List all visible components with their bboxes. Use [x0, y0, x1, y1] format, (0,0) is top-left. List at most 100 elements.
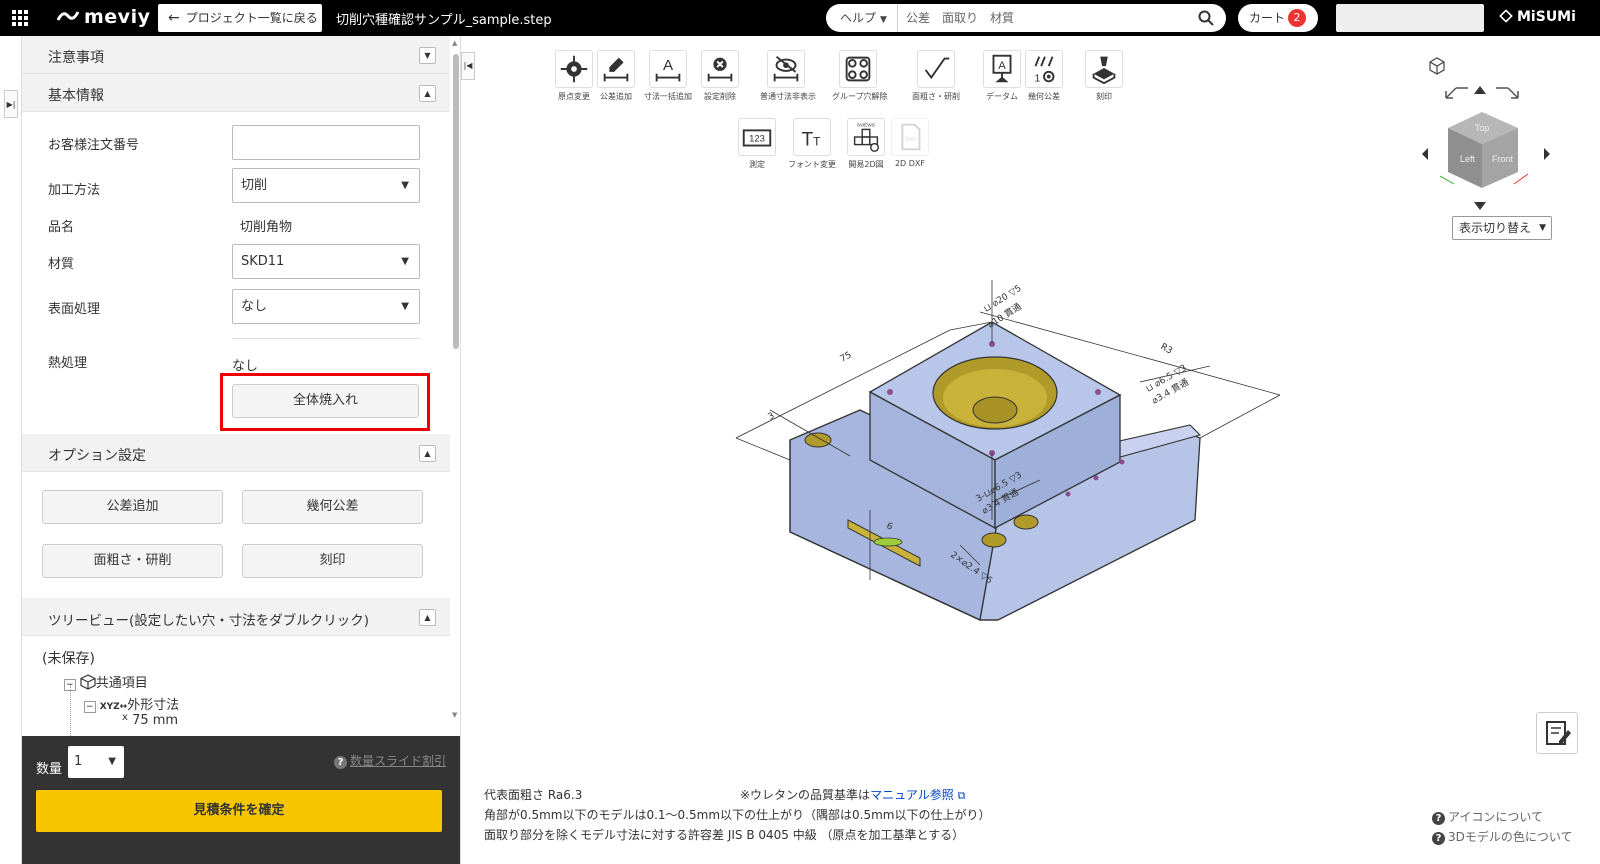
surface-label: 表面処理 [48, 302, 101, 317]
six-views-icon: 6VIEWS [847, 118, 885, 156]
collapse-icon[interactable]: − [84, 701, 96, 713]
method-label: 加工方法 [48, 183, 101, 198]
roughness-symbol-icon [917, 50, 955, 88]
collapse-icon[interactable]: ▲ [419, 85, 436, 102]
svg-text:Left: Left [1460, 154, 1476, 164]
surface-roughness-button[interactable]: 面粗さ・研削 [42, 544, 223, 578]
chevron-down-icon: ▼ [401, 256, 409, 267]
bulk-dimension-tool[interactable]: A 寸法一括追加 [642, 50, 694, 102]
home-cube-icon[interactable] [1429, 57, 1445, 75]
search-bar: ヘルプ ▼ 公差 面取り 材質 [826, 4, 1226, 32]
memo-edit-icon[interactable] [1536, 712, 1578, 754]
icon-help-link[interactable]: ? アイコンについて [1432, 808, 1543, 825]
display-switch-dropdown[interactable]: 表示切り替え ▼ [1452, 216, 1552, 240]
2d-dxf-tool[interactable]: DXF 2D DXF [884, 118, 936, 168]
tree-item-x[interactable]: x 75 mm [122, 712, 178, 728]
method-select[interactable]: 切削 ▼ [232, 168, 420, 203]
engraving-tool[interactable]: 刻印 [1078, 50, 1130, 102]
orientation-cube[interactable]: Top Left Front [1448, 112, 1518, 188]
geometric-tolerance-button[interactable]: 幾何公差 [242, 490, 423, 524]
back-to-projects-button[interactable]: ← プロジェクト一覧に戻る [158, 4, 322, 32]
geometric-tolerance-tool[interactable]: 1 幾何公差 [1018, 50, 1070, 102]
quantity-select[interactable]: 1 ▼ [68, 746, 124, 778]
scroll-thumb[interactable] [453, 54, 459, 349]
options-title: オプション設定 [48, 448, 146, 464]
chevron-down-icon: ▼ [108, 756, 116, 767]
svg-text:T: T [802, 130, 814, 151]
rotate-up-icon[interactable] [1474, 86, 1486, 94]
question-icon: ? [1432, 812, 1445, 825]
eye-off-icon [767, 50, 805, 88]
collapse-icon[interactable]: ▲ [419, 609, 436, 626]
view-cube-widget: Top Left Front 表示切り替え ▼ [1418, 56, 1578, 240]
order-box: 数量 1 ▼ ? 数量スライド割引 見積条件を確定 [22, 736, 460, 864]
rotate-right-arrow-icon[interactable] [1544, 148, 1550, 160]
svg-text:DXF: DXF [905, 137, 917, 143]
letter-a-dimension-icon: A [649, 50, 687, 88]
color-help-link[interactable]: ? 3Dモデルの色について [1432, 828, 1573, 845]
basic-info-section-header[interactable]: 基本情報 ▲ [22, 74, 450, 112]
misumi-logo[interactable]: MiSUMi [1499, 9, 1576, 25]
order-number-input[interactable] [232, 125, 420, 160]
scroll-down-icon[interactable]: ▼ [452, 711, 457, 719]
confirm-quote-button[interactable]: 見積条件を確定 [36, 790, 442, 832]
scroll-up-icon[interactable]: ▲ [452, 39, 457, 47]
options-section-header[interactable]: オプション設定 ▲ [22, 434, 450, 472]
order-number-label: お客様注文番号 [48, 138, 140, 153]
svg-text:T: T [813, 135, 821, 149]
engraving-button[interactable]: 刻印 [242, 544, 423, 578]
ruler-icon: 123 [738, 118, 776, 156]
panel-scrollbar[interactable]: ▲ ▼ [450, 36, 460, 726]
quantity-discount-link[interactable]: ? 数量スライド割引 [333, 752, 446, 769]
app-grid-icon[interactable] [12, 10, 28, 26]
part-name-label: 品名 [48, 220, 75, 235]
search-icon[interactable] [1198, 10, 1214, 26]
rotate-left-icon[interactable] [1445, 87, 1468, 99]
dim-75-label[interactable]: 75 [839, 350, 854, 364]
help-dropdown[interactable]: ヘルプ ▼ [826, 4, 898, 32]
meviy-logo[interactable]: meviy [55, 6, 150, 28]
external-link-icon[interactable]: ⧉ [958, 789, 966, 802]
measure-tool[interactable]: 123 測定 [731, 118, 783, 170]
font-change-tool[interactable]: TT フォント変更 [786, 118, 838, 170]
collapse-icon[interactable]: − [64, 679, 76, 691]
tree-item-outer[interactable]: − XYZ↔外形寸法 [84, 694, 179, 713]
3d-model-view[interactable]: 75 3 R3 ⊔ ⌀20 ▽5 ⌀10 貫通 ⊔ ⌀6.5 ▽3 ⌀3.4 貫… [730, 270, 1290, 630]
collapse-icon[interactable]: ▲ [419, 445, 436, 462]
notes-title: 注意事項 [48, 50, 104, 66]
material-select[interactable]: SKD11 ▼ [232, 244, 420, 279]
tree-section-header[interactable]: ツリービュー(設定したい穴・寸法をダブルクリック) ▲ [22, 598, 450, 636]
user-account-box[interactable] [1336, 4, 1484, 32]
left-collapse-strip: ▶| [0, 36, 22, 864]
xyz-icon: XYZ↔ [99, 702, 128, 712]
svg-text:Top: Top [1475, 123, 1490, 133]
add-tolerance-tool[interactable]: 公差追加 [590, 50, 642, 102]
tree-connector [70, 684, 71, 736]
dim-right-label[interactable]: R3 [1159, 342, 1174, 357]
expand-icon[interactable]: ▼ [419, 47, 436, 64]
svg-text:A: A [998, 60, 1006, 72]
rotate-right-icon[interactable] [1496, 87, 1519, 99]
search-input[interactable]: 公差 面取り 材質 [906, 4, 1014, 32]
corner-note: 角部が0.5mm以下のモデルは0.1～0.5mm以下の仕上がり（隅部は0.5mm… [484, 808, 991, 822]
rotate-down-icon[interactable] [1474, 202, 1486, 210]
manual-link[interactable]: マニュアル参照 [870, 788, 954, 802]
notes-section-header[interactable]: 注意事項 ▼ [22, 36, 450, 74]
hide-general-dimensions-tool[interactable]: 普通寸法非表示 [760, 50, 816, 102]
delete-setting-tool[interactable]: 設定削除 [694, 50, 746, 102]
file-title: 切削穴種確認サンプル_sample.step [336, 13, 552, 28]
add-tolerance-button[interactable]: 公差追加 [42, 490, 223, 524]
svg-text:1: 1 [1035, 73, 1041, 84]
tree-title: ツリービュー(設定したい穴・寸法をダブルクリック) [48, 613, 370, 629]
dxf-file-icon: DXF [891, 118, 929, 156]
ungroup-holes-tool[interactable]: グループ穴解除 [832, 50, 888, 102]
collapse-panel-icon[interactable]: |◀ [461, 52, 475, 80]
cart-button[interactable]: カート 2 [1238, 4, 1318, 32]
surface-roughness-tool[interactable]: 面粗さ・研削 [910, 50, 962, 102]
svg-text:Front: Front [1492, 154, 1514, 164]
tree-root[interactable]: (未保存) [42, 648, 95, 668]
rotate-left-arrow-icon[interactable] [1422, 148, 1428, 160]
expand-panel-icon[interactable]: ▶| [4, 90, 18, 118]
tree-item-common[interactable]: − 共通項目 [64, 672, 148, 691]
surface-select[interactable]: なし ▼ [232, 289, 420, 324]
